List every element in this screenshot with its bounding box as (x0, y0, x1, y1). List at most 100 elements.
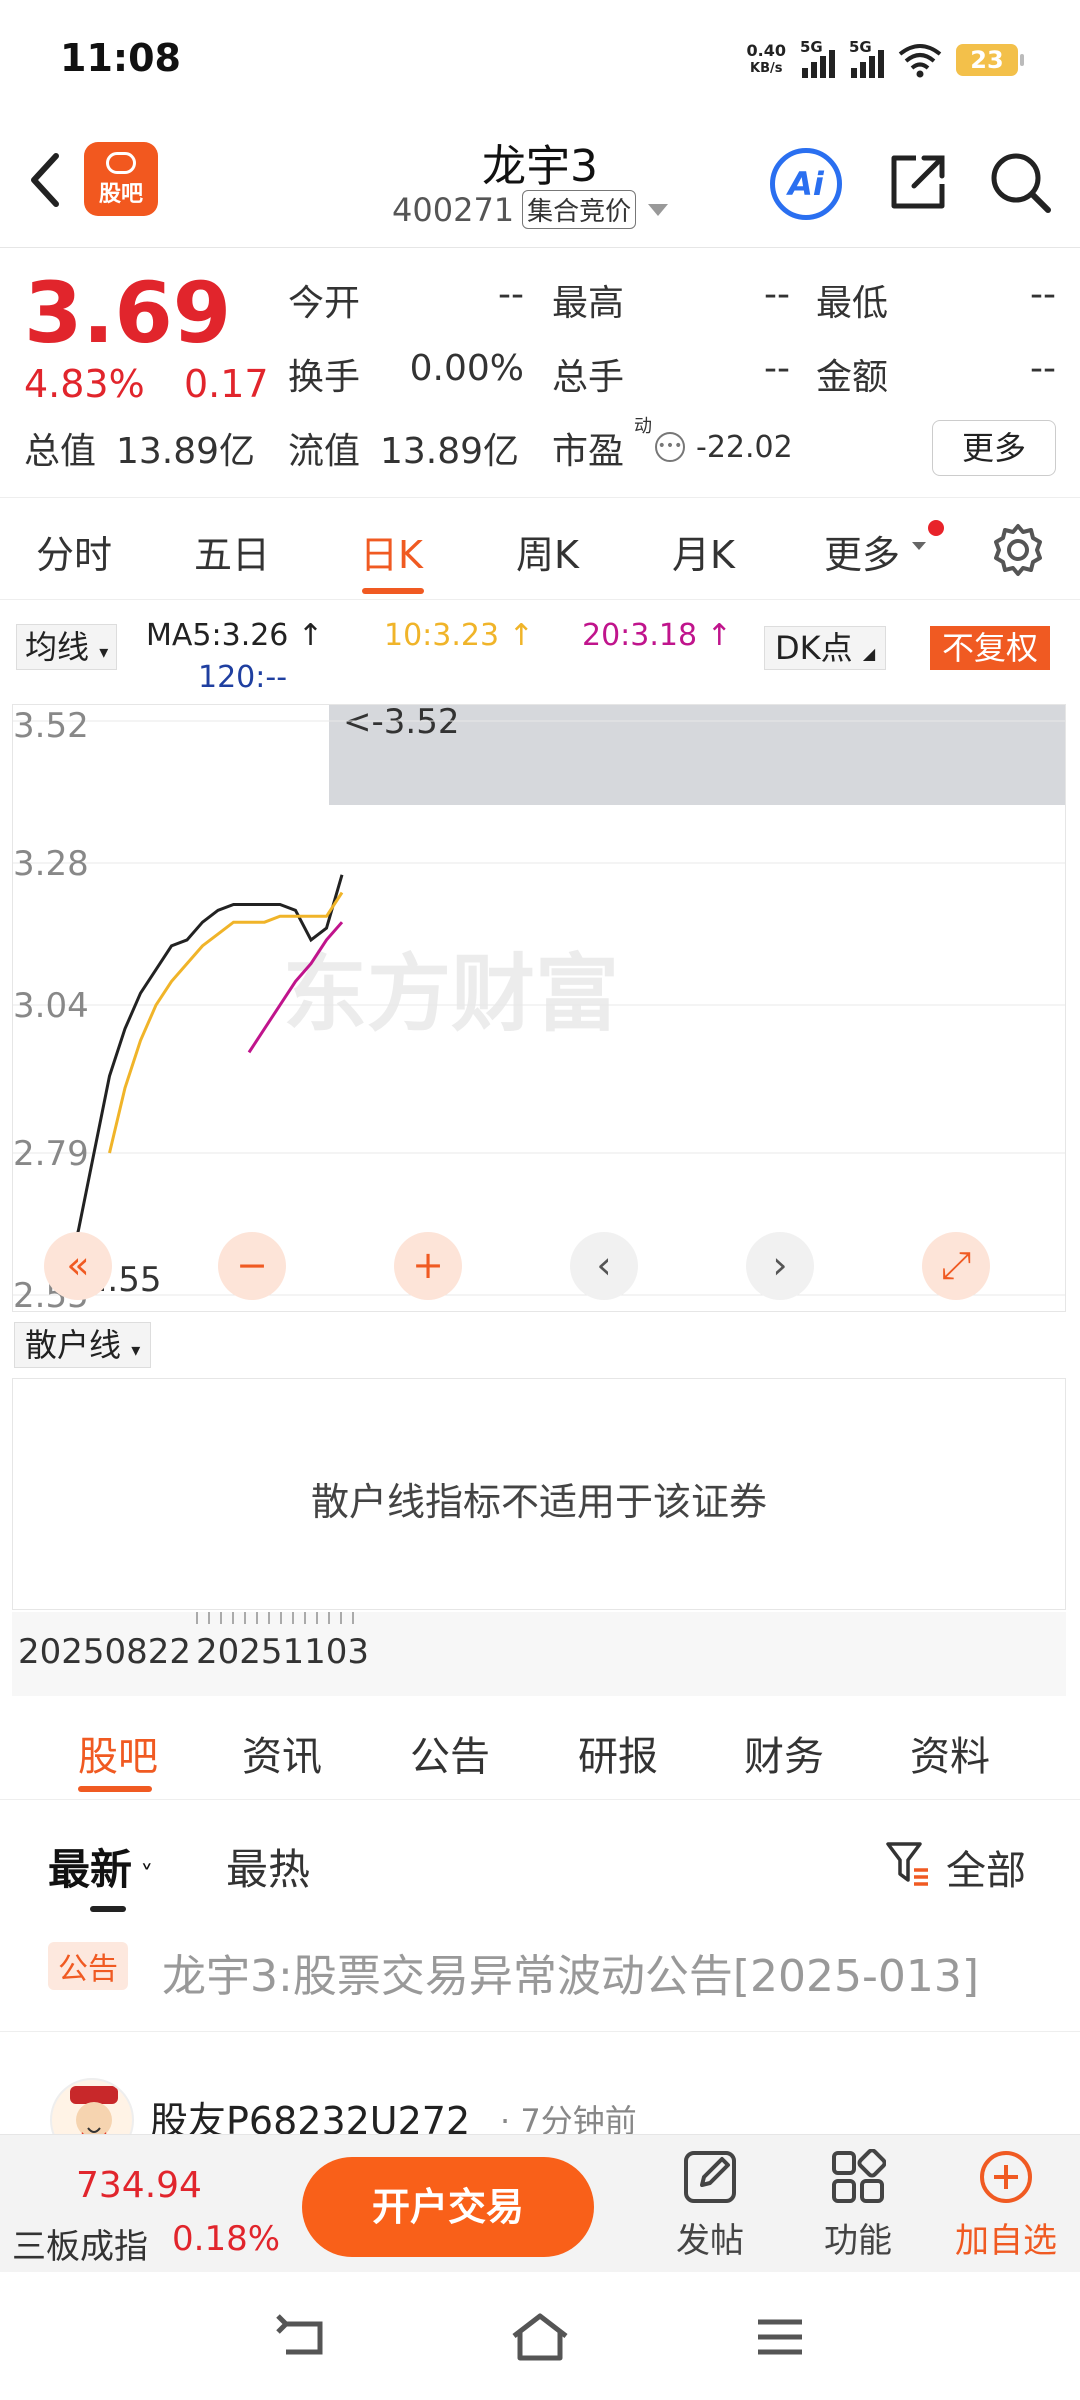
network-speed-unit: KB/s (750, 61, 783, 76)
menu-icon[interactable] (750, 2312, 810, 2362)
date-start: 20250822 (18, 1632, 192, 1672)
function-label: 功能 (824, 2221, 892, 2261)
low-label: 最低 (816, 283, 889, 324)
tab-monthly-k[interactable]: 月K (672, 524, 735, 579)
y-tick-label: 3.04 (13, 986, 89, 1026)
mktcap-label: 总值 (24, 431, 97, 472)
status-time: 11:08 (60, 36, 181, 80)
post-button[interactable]: 发帖 (650, 2149, 770, 2269)
section-tabs: 股吧 资讯 公告 研报 财务 资料 (0, 1698, 1080, 1800)
announcement-tag: 公告 (48, 1942, 128, 1990)
info-dots-icon[interactable]: ••• (655, 432, 685, 462)
back-gesture-icon[interactable] (272, 2312, 332, 2362)
announcement-item[interactable]: 公告 龙宇3:股票交易异常波动公告[2025-013] (0, 1918, 1080, 2032)
ma5-value: MA5:3.26 ↑ (146, 618, 324, 653)
signal-icon: 5G (800, 38, 835, 78)
share-icon[interactable] (886, 150, 950, 214)
ma10-value: 10:3.23 ↑ (384, 618, 534, 653)
tab-five-day[interactable]: 五日 (194, 524, 270, 579)
dk-points-label: DK点 (775, 629, 853, 667)
float-label: 流值 (288, 431, 361, 472)
dk-points-button[interactable]: DK点 ◢ (764, 626, 887, 670)
wifi-icon (898, 44, 942, 78)
ma-select[interactable]: 均线 ▾ (16, 624, 118, 670)
k-chart[interactable]: <-3.52 东方财富 3.523.283.042.792.55 <-2.55 (12, 704, 1066, 1312)
active-section-underline (78, 1786, 152, 1792)
index-name[interactable]: 三板成指 (12, 2219, 148, 2268)
filter-latest[interactable]: 最新 ˅ (48, 1836, 153, 1897)
tab-finance[interactable]: 财务 (744, 1724, 824, 1782)
series-line-ma5 (61, 874, 344, 1296)
change-percent: 4.83% (24, 362, 145, 406)
chart-scroll-left-button[interactable]: « (44, 1232, 112, 1300)
turnover-label: 换手 (288, 357, 361, 398)
ma-select-label: 均线 (25, 628, 90, 666)
sim2-label: 5G (849, 38, 872, 56)
tab-news[interactable]: 资讯 (242, 1724, 322, 1782)
announcement-title: 龙宇3:股票交易异常波动公告[2025-013] (162, 1951, 979, 2002)
open-account-button[interactable]: 开户交易 (302, 2157, 594, 2257)
max-marker: <-3.52 (343, 705, 459, 742)
function-button[interactable]: 功能 (798, 2149, 918, 2269)
pe-superscript: 动 (634, 416, 652, 437)
tab-weekly-k[interactable]: 周K (516, 524, 579, 579)
auction-tag: 集合竞价 (522, 190, 637, 229)
watermark: 东方财富 (283, 945, 619, 1043)
post-item[interactable]: 股友P68232U272 · 7分钟前 (0, 2034, 1080, 2162)
ma120-value: 120:-- (198, 660, 288, 695)
ai-assistant-button[interactable]: Ai (770, 148, 842, 220)
status-bar: 11:08 0.40 KB/s 5G 5G 23 (0, 0, 1080, 120)
caret-down-icon (912, 542, 926, 550)
low-value: -- (1030, 274, 1056, 315)
turnover-value: 0.00% (409, 348, 524, 389)
zoom-in-button[interactable]: + (394, 1232, 462, 1300)
quote-panel: 3.69 4.83% 0.17 今开 -- 最高 -- 最低 -- 换手 0.0… (0, 250, 1080, 498)
chart-next-button[interactable]: › (746, 1232, 814, 1300)
tab-timeshare[interactable]: 分时 (36, 524, 112, 579)
mktcap-value: 13.89亿 (116, 431, 256, 472)
retail-line-message: 散户线指标不适用于该证券 (310, 1480, 767, 1524)
plus-circle-icon (980, 2151, 1032, 2203)
gear-icon[interactable] (990, 522, 1046, 578)
ma-series (61, 874, 344, 1296)
filter-hot[interactable]: 最热 (226, 1836, 310, 1897)
date-scroll-ticks (196, 1612, 356, 1624)
retail-line-label: 散户线 (25, 1326, 122, 1364)
tab-guba[interactable]: 股吧 (78, 1724, 158, 1782)
tab-announcements[interactable]: 公告 (410, 1724, 490, 1782)
ma-legend-row: 均线 ▾ MA5:3.26 ↑ 10:3.23 ↑ 20:3.18 ↑ 120:… (0, 604, 1080, 700)
bottom-action-bar: 734.94 三板成指 0.18% 开户交易 发帖 功能 加自选 (0, 2134, 1080, 2272)
tab-profile[interactable]: 资料 (910, 1724, 990, 1782)
grid-icon (832, 2149, 886, 2203)
volume-value: -- (764, 348, 790, 389)
home-icon[interactable] (510, 2312, 570, 2362)
change-amount: 0.17 (184, 362, 269, 406)
zoom-out-button[interactable]: − (218, 1232, 286, 1300)
tab-more[interactable]: 更多 (824, 524, 900, 579)
tab-daily-k[interactable]: 日K (360, 524, 423, 579)
chart-prev-button[interactable]: ‹ (570, 1232, 638, 1300)
y-tick-label: 2.79 (13, 1134, 89, 1174)
open-value: -- (498, 274, 524, 315)
high-label: 最高 (552, 283, 625, 324)
no-adjust-button[interactable]: 不复权 (930, 626, 1051, 670)
index-value[interactable]: 734.94 (76, 2165, 202, 2206)
post-label: 发帖 (676, 2221, 744, 2261)
tab-research[interactable]: 研报 (578, 1724, 658, 1782)
high-value: -- (764, 274, 790, 315)
retail-line-select[interactable]: 散户线 ▾ (14, 1322, 152, 1368)
network-speed-value: 0.40 (746, 41, 786, 60)
ma20-value: 20:3.18 ↑ (582, 618, 732, 653)
filter-all[interactable]: 全部 (946, 1838, 1026, 1896)
y-tick-label: 3.28 (13, 844, 89, 884)
add-watchlist-button[interactable]: 加自选 (946, 2149, 1066, 2269)
fullscreen-button[interactable]: ⤢ (922, 1232, 990, 1300)
open-label: 今开 (288, 283, 361, 324)
network-speed: 0.40 KB/s (747, 42, 786, 78)
more-quote-button[interactable]: 更多 (932, 420, 1056, 476)
filter-icon[interactable] (886, 1840, 930, 1886)
search-icon[interactable] (988, 150, 1052, 214)
feed-filter-row: 最新 ˅ 最热 全部 (0, 1800, 1080, 1918)
retail-line-panel: 散户线指标不适用于该证券 (12, 1378, 1066, 1610)
stock-code-row[interactable]: 400271 集合竞价 (392, 190, 669, 229)
